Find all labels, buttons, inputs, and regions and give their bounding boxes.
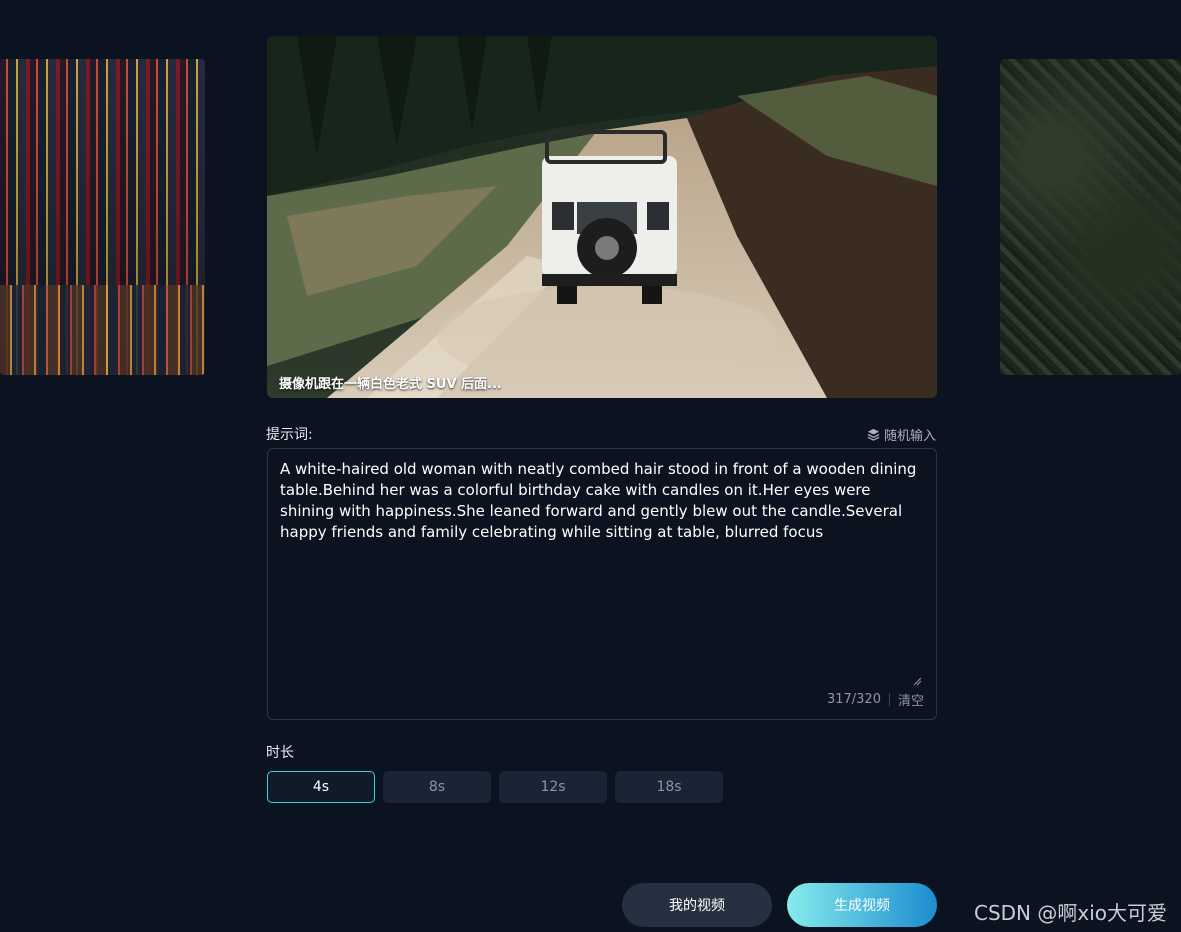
my-videos-button[interactable]: 我的视频 bbox=[622, 883, 772, 927]
video-generator-page: 摄像机跟在一辆白色老式 SUV 后面... 提示词: 随机输入 A white-… bbox=[0, 0, 1181, 932]
duration-options: 4s 8s 12s 18s bbox=[267, 771, 723, 803]
character-counter: 317/320 bbox=[826, 692, 881, 707]
duration-option-8s[interactable]: 8s bbox=[383, 771, 491, 803]
random-input-button[interactable]: 随机输入 bbox=[867, 425, 936, 444]
duration-label: 时长 bbox=[266, 745, 294, 761]
duration-option-18s[interactable]: 18s bbox=[615, 771, 723, 803]
divider bbox=[888, 693, 890, 706]
carousel-next-thumbnail[interactable] bbox=[1000, 59, 1181, 375]
layers-icon bbox=[867, 428, 880, 441]
duration-option-4s[interactable]: 4s bbox=[267, 771, 375, 803]
watermark: CSDN @啊xio大可爱 bbox=[974, 901, 1168, 925]
clear-button[interactable]: 清空 bbox=[898, 690, 924, 709]
prompt-footer: 317/320 清空 bbox=[827, 690, 924, 709]
prompt-label: 提示词: bbox=[266, 427, 313, 443]
prompt-textarea[interactable]: A white-haired old woman with neatly com… bbox=[280, 459, 924, 681]
carousel-main-video[interactable]: 摄像机跟在一辆白色老式 SUV 后面... bbox=[267, 36, 937, 398]
carousel-prev-thumbnail[interactable] bbox=[0, 59, 205, 375]
generate-video-button[interactable]: 生成视频 bbox=[787, 883, 937, 927]
duration-option-12s[interactable]: 12s bbox=[499, 771, 607, 803]
resize-handle-icon[interactable] bbox=[912, 671, 922, 686]
random-input-label: 随机输入 bbox=[883, 429, 936, 444]
video-caption: 摄像机跟在一辆白色老式 SUV 后面... bbox=[279, 377, 502, 392]
prompt-textarea-container: A white-haired old woman with neatly com… bbox=[267, 448, 937, 720]
suv-scene-image bbox=[267, 36, 937, 398]
